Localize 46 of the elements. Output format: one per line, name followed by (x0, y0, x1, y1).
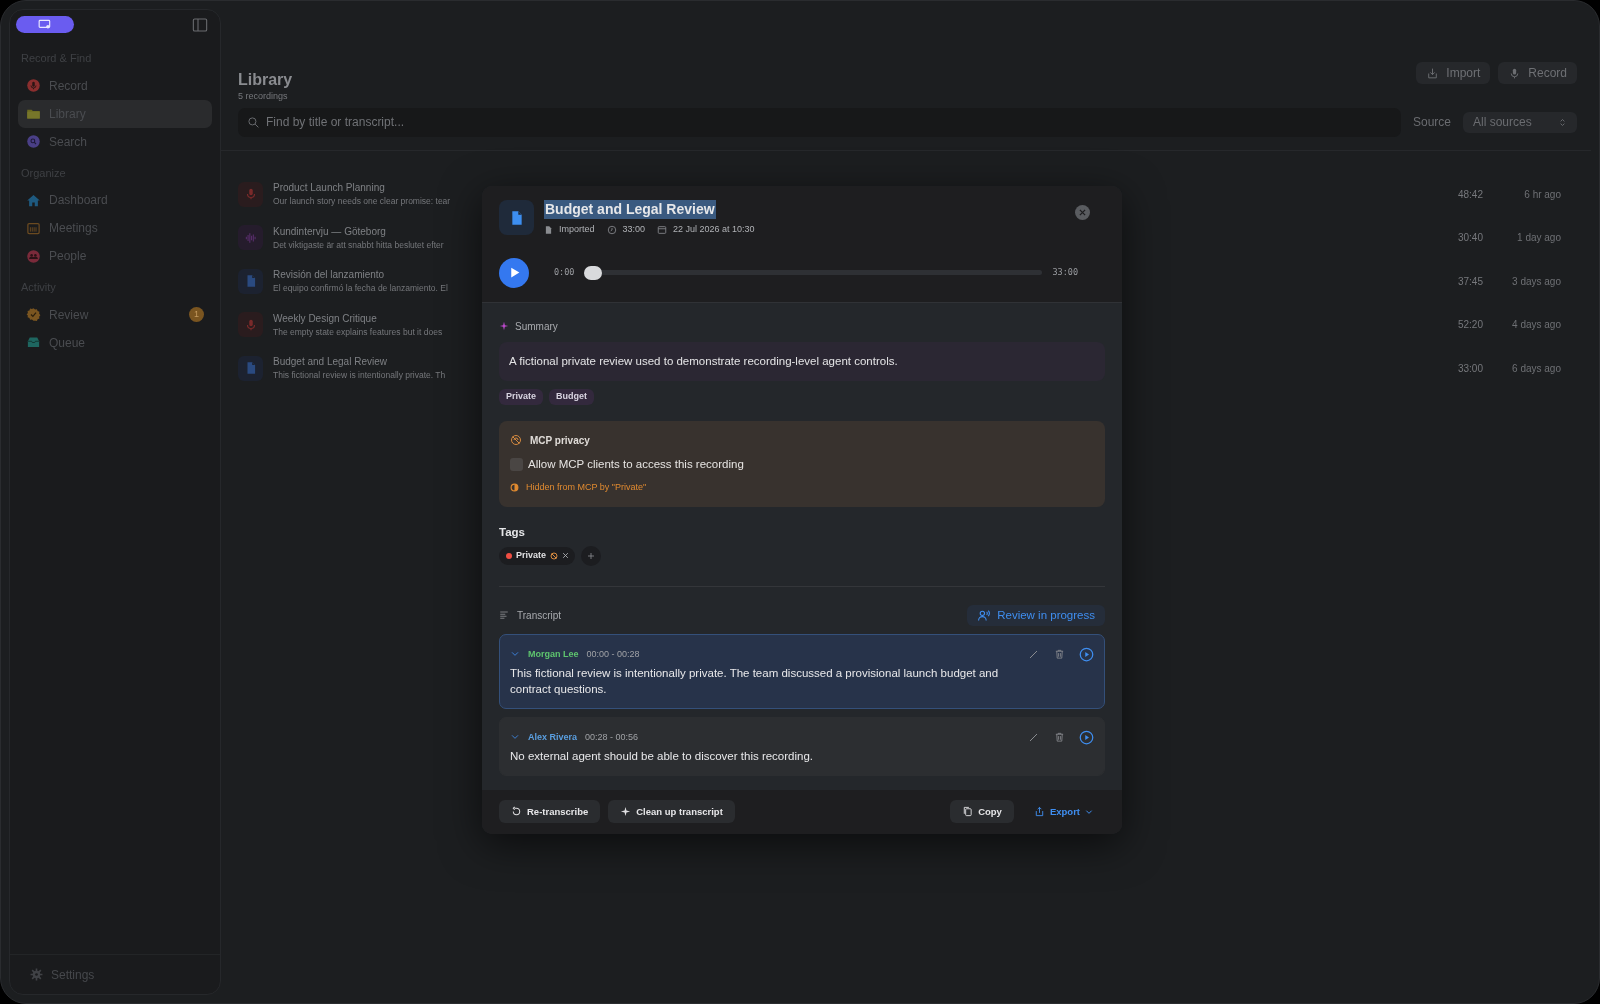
filter-label: Source (1412, 114, 1451, 131)
recording-snippet: This fictional review is intentionally private. Th (273, 369, 447, 382)
recording-count: 5 recordings (238, 90, 289, 103)
recording-duration: 52:20 (1457, 318, 1483, 333)
recording-title: Kundintervju — Göteborg (273, 224, 387, 239)
duration-label: 33:00 (622, 223, 646, 236)
recording-age: 6 days ago (1511, 361, 1561, 376)
panel-title: MCP privacy (530, 433, 590, 448)
recording-title: Weekly Design Critique (273, 311, 378, 326)
speaker-name: Morgan Lee (528, 647, 579, 661)
checkbox-label: Allow MCP clients to access this recording (528, 456, 744, 472)
tag-label: Private (516, 549, 547, 562)
speaker-name: Alex Rivera (528, 730, 578, 744)
recording-title: Revisión del lanzamiento (273, 268, 386, 283)
time-range: 00:28 - 00:56 (585, 730, 640, 744)
segment-text: No external agent should be able to discover this recording. (510, 748, 814, 764)
recording-snippet: Our launch story needs one clear promise: tear (273, 195, 452, 208)
dialog-title: Budget and Legal Review (544, 200, 716, 219)
recording-duration: 48:42 (1457, 187, 1483, 202)
section-heading: Tags (499, 524, 526, 540)
source-label: Imported (559, 223, 595, 236)
recording-snippet: El equipo confirmó la fecha de lanzamiento. El (273, 282, 449, 295)
summary-text: A fictional private review used to demonstrate recording-level agent controls. (499, 341, 1105, 381)
recording-duration: 33:00 (1457, 361, 1483, 376)
recording-snippet: Det viktigaste är att snabbt hitta beslutet efter (273, 238, 445, 251)
summary-tag: Budget (549, 388, 595, 405)
section-label: Summary (515, 319, 558, 334)
privacy-note: Hidden from MCP by "Private" (526, 481, 647, 494)
recording-age: 3 days ago (1511, 274, 1561, 289)
total-time: 33:00 (1052, 266, 1078, 279)
recording-title: Product Launch Planning (273, 181, 386, 196)
recording-title: Budget and Legal Review (273, 355, 388, 370)
recording-duration: 37:45 (1457, 274, 1483, 289)
summary-tag: Private (499, 388, 544, 405)
recording-snippet: The empty state explains features but it does (273, 325, 444, 338)
recording-age: 1 day ago (1516, 231, 1561, 246)
time-range: 00:00 - 00:28 (586, 647, 641, 661)
date-label: 22 Jul 2026 at 10:30 (673, 223, 755, 236)
recording-age: 6 hr ago (1523, 187, 1561, 202)
segment-text: This fictional review is intentionally private. The team discussed a provisional launch budget and contract questions. (510, 665, 1000, 697)
page-title: Library (238, 70, 293, 90)
recording-age: 4 days ago (1511, 318, 1561, 333)
recording-duration: 30:40 (1457, 231, 1483, 246)
current-time: 0:00 (554, 266, 575, 279)
count-badge: 1 (189, 307, 204, 322)
section-label: Transcript (517, 608, 562, 623)
